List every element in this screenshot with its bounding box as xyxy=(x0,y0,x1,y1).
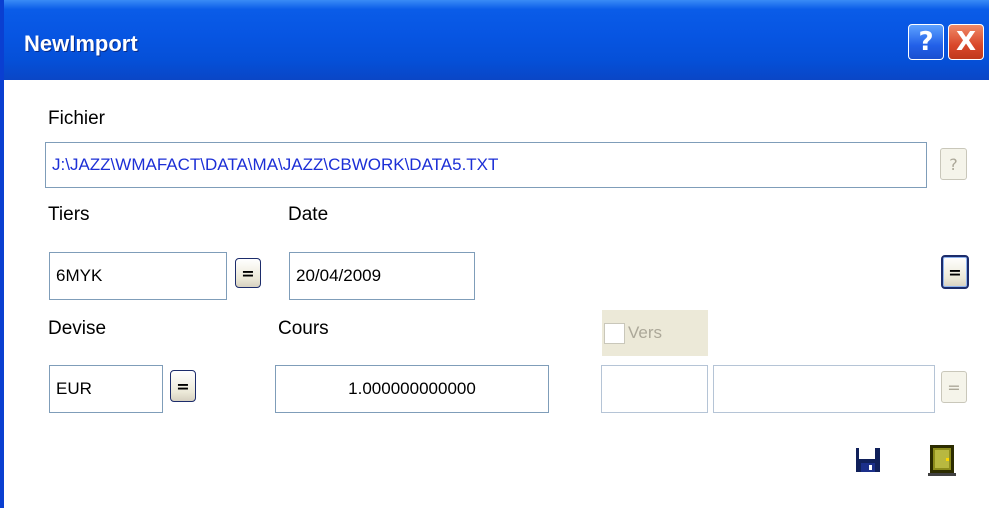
devise-lookup-button[interactable]: = xyxy=(170,370,196,402)
fichier-input[interactable]: J:\JAZZ\WMAFACT\DATA\MA\JAZZ\CBWORK\DATA… xyxy=(45,142,927,188)
help-button[interactable]: ? xyxy=(908,24,944,60)
vers-lookup-button[interactable]: = xyxy=(941,371,967,403)
devise-label: Devise xyxy=(48,318,107,339)
save-button[interactable] xyxy=(854,446,882,474)
fichier-label: Fichier xyxy=(48,108,106,129)
newimport-window: NewImport ? X Fichier J:\JAZZ\WMAFACT\DA… xyxy=(0,0,989,508)
vers-code-input[interactable] xyxy=(601,365,708,413)
close-button[interactable]: X xyxy=(948,24,984,60)
tiers-lookup-button[interactable]: = xyxy=(235,258,261,288)
date-picker-button[interactable]: = xyxy=(941,255,969,289)
cours-input[interactable]: 1.000000000000 xyxy=(275,365,549,413)
floppy-disk-icon xyxy=(856,448,880,472)
exit-button[interactable] xyxy=(926,443,958,477)
devise-input[interactable]: EUR xyxy=(49,365,163,413)
question-icon: ? xyxy=(918,27,934,57)
tiers-label: Tiers xyxy=(48,204,90,225)
vers-checkbox-box[interactable] xyxy=(604,322,625,344)
cours-label: Cours xyxy=(278,318,329,339)
door-exit-icon xyxy=(928,445,956,476)
date-label: Date xyxy=(288,204,329,225)
date-input[interactable]: 20/04/2009 xyxy=(289,252,475,300)
vers-label: Vers xyxy=(628,323,663,342)
vers-name-input[interactable] xyxy=(713,365,935,413)
fichier-browse-button[interactable]: ? xyxy=(940,148,967,180)
vers-checkbox[interactable]: Vers xyxy=(602,310,708,356)
tiers-input[interactable]: 6MYK xyxy=(49,252,227,300)
close-icon: X xyxy=(955,27,977,57)
title-bar[interactable]: NewImport ? X xyxy=(4,0,989,80)
window-title: NewImport xyxy=(24,31,138,56)
